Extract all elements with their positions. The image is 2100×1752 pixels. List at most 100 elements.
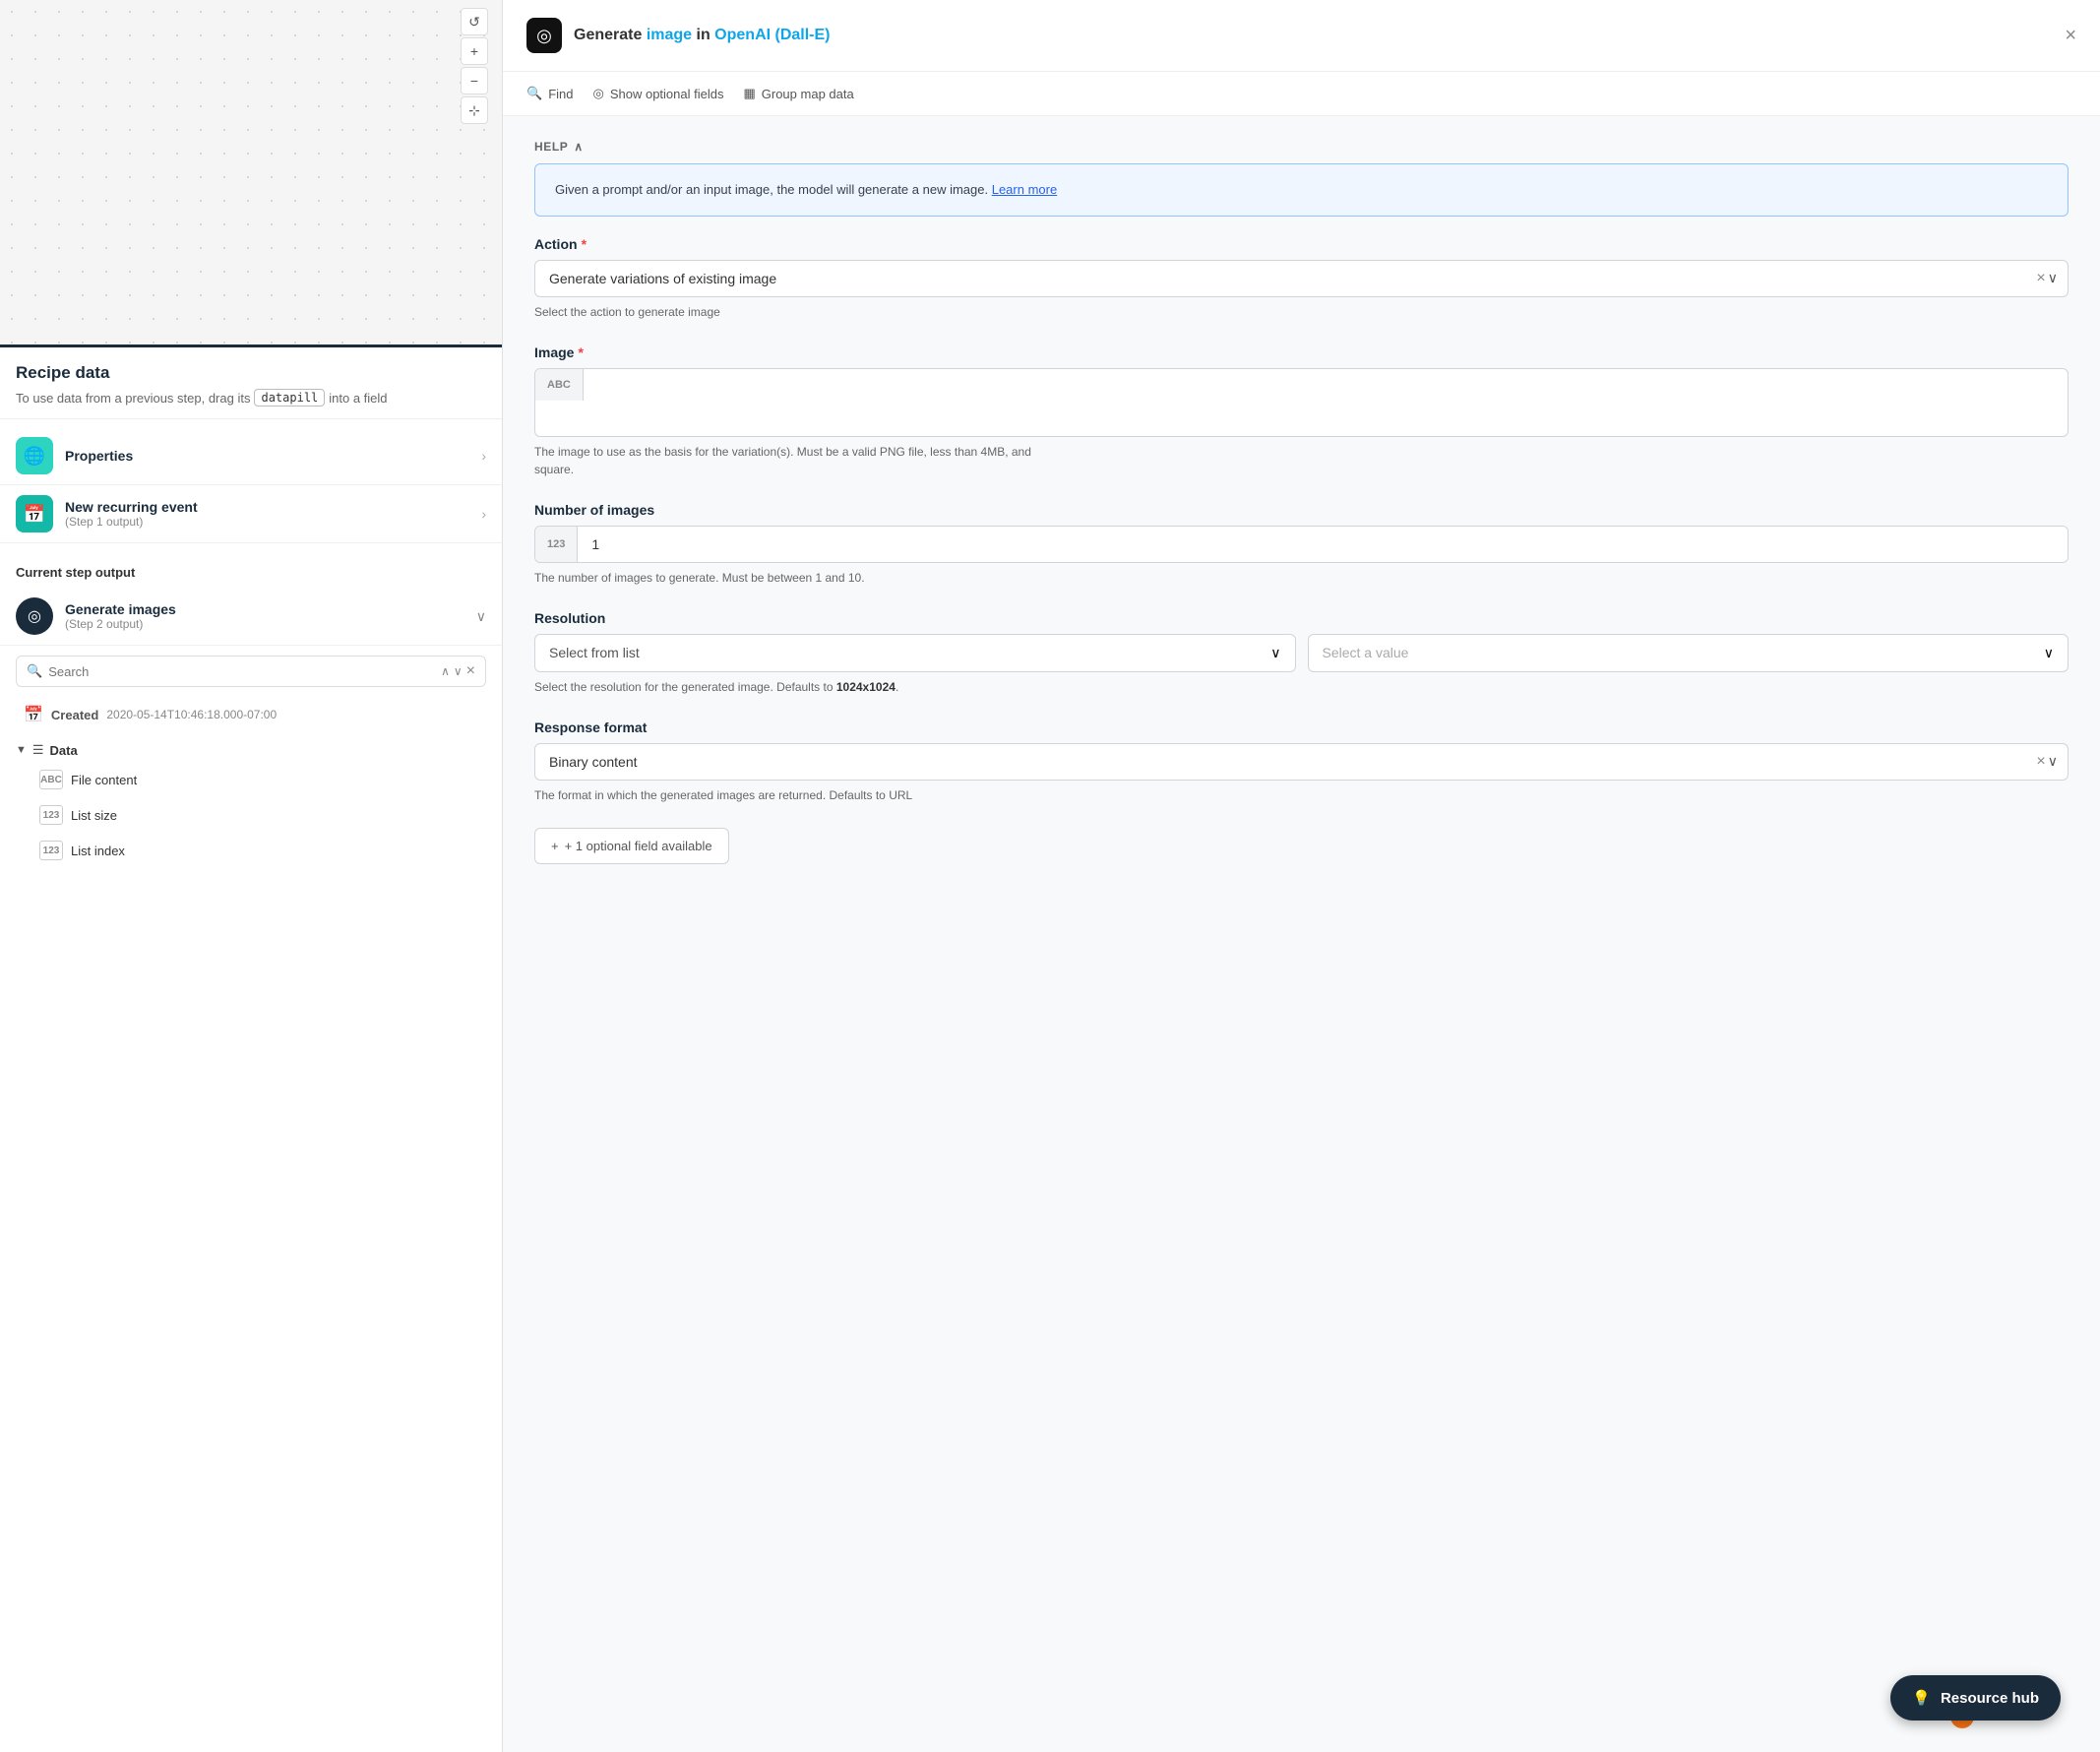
image-input-field[interactable]: ABC [534, 368, 2069, 437]
zoom-in-button[interactable]: + [461, 37, 488, 65]
group-map-data-button[interactable]: ▦ Group map data [743, 82, 853, 105]
action-field: Action * Generate variations of existing… [534, 236, 2069, 321]
data-section-label: Data [50, 743, 78, 758]
num-images-prefix: 123 [535, 527, 578, 562]
resolution-dropdown-icon: ∨ [1270, 645, 1280, 661]
recipe-item-properties[interactable]: 🌐 Properties › [0, 427, 502, 485]
created-value: 2020-05-14T10:46:18.000-07:00 [106, 708, 277, 721]
expand-icon: ▼ [16, 744, 27, 756]
abc-icon: ABC [39, 770, 63, 789]
find-button[interactable]: 🔍 Find [526, 82, 573, 105]
search-next-button[interactable]: ∨ [454, 664, 463, 678]
action-dropdown-button[interactable]: ∨ [2048, 270, 2058, 286]
optional-field-button[interactable]: + + 1 optional field available [534, 828, 729, 864]
resolution-value-placeholder: Select a value [1323, 645, 2036, 660]
find-icon: 🔍 [526, 86, 542, 101]
new-event-icon: 📅 [16, 495, 53, 532]
properties-name: Properties [65, 448, 469, 464]
num-images-hint: The number of images to generate. Must b… [534, 569, 2069, 587]
learn-more-link[interactable]: Learn more [992, 182, 1057, 197]
show-optional-fields-button[interactable]: ◎ Show optional fields [592, 82, 723, 105]
action-clear-button[interactable]: × [2036, 270, 2045, 287]
recipe-subtitle: To use data from a previous step, drag i… [16, 389, 486, 407]
response-format-select[interactable]: Binary content × ∨ [534, 743, 2069, 781]
resolution-value-select[interactable]: Select a value ∨ [1308, 634, 2069, 672]
recipe-panel: Recipe data To use data from a previous … [0, 344, 502, 1752]
help-section: HELP ∧ Given a prompt and/or an input im… [534, 140, 2069, 217]
move-button[interactable]: ⊹ [461, 96, 488, 124]
created-label: Created [51, 708, 98, 722]
action-value: Generate variations of existing image [535, 261, 2026, 296]
plus-icon: + [551, 839, 559, 853]
tree-item-list-size[interactable]: 123 List size [0, 797, 502, 833]
resolution-row: Select from list ∨ Select a value ∨ [534, 634, 2069, 672]
optional-fields-icon: ◎ [592, 86, 603, 101]
action-label: Action * [534, 236, 2069, 252]
resource-hub-icon: 💡 [1912, 1689, 1931, 1707]
resource-hub-button[interactable]: 💡 Resource hub [1890, 1675, 2061, 1721]
123-icon-1: 123 [39, 805, 63, 825]
action-select[interactable]: Generate variations of existing image × … [534, 260, 2069, 297]
resolution-select-label: Select from list [549, 645, 1263, 660]
search-clear-button[interactable]: × [466, 662, 475, 680]
list-size-label: List size [71, 808, 117, 823]
app-icon: ◎ [526, 18, 562, 53]
search-prev-button[interactable]: ∧ [441, 664, 450, 678]
response-format-clear-button[interactable]: × [2036, 753, 2045, 771]
recipe-header: Recipe data To use data from a previous … [0, 347, 502, 419]
zoom-out-button[interactable]: − [461, 67, 488, 94]
created-row: 📅 Created 2020-05-14T10:46:18.000-07:00 [0, 697, 502, 732]
search-icon: 🔍 [27, 663, 42, 679]
toolbar: 🔍 Find ◎ Show optional fields ▦ Group ma… [503, 72, 2100, 116]
new-event-sub: (Step 1 output) [65, 515, 469, 529]
modal-header: ◎ Generate image in OpenAI (Dall-E) × [503, 0, 2100, 72]
tree-item-list-index[interactable]: 123 List index [0, 833, 502, 868]
close-button[interactable]: × [2065, 25, 2076, 47]
chevron-down-icon: ∨ [476, 608, 486, 625]
file-content-label: File content [71, 773, 137, 787]
list-index-label: List index [71, 844, 125, 858]
tree-item-file-content[interactable]: ABC File content [0, 762, 502, 797]
current-step-item[interactable]: ◎ Generate images (Step 2 output) ∨ [0, 588, 502, 646]
response-format-dropdown-button[interactable]: ∨ [2048, 753, 2058, 770]
resolution-field: Resolution Select from list ∨ Select a v… [534, 610, 2069, 696]
data-section[interactable]: ▼ ☰ Data [0, 732, 502, 762]
recipe-items: 🌐 Properties › 📅 New recurring event (St… [0, 419, 502, 551]
chevron-right-icon: › [481, 448, 486, 464]
resolution-select-list[interactable]: Select from list ∨ [534, 634, 1296, 672]
content-area: HELP ∧ Given a prompt and/or an input im… [503, 116, 2100, 1752]
step-icon: ◎ [16, 597, 53, 635]
search-bar: 🔍 ∧ ∨ × [16, 656, 486, 687]
num-images-input[interactable] [578, 527, 2068, 562]
image-input[interactable] [584, 369, 2068, 389]
help-box: Given a prompt and/or an input image, th… [534, 163, 2069, 217]
required-star-image: * [578, 344, 583, 360]
datapill: datapill [254, 389, 325, 407]
response-format-field: Response format Binary content × ∨ The f… [534, 720, 2069, 804]
undo-button[interactable]: ↺ [461, 8, 488, 35]
list-icon: ☰ [32, 742, 44, 758]
recipe-title: Recipe data [16, 363, 486, 383]
step-sub: (Step 2 output) [65, 617, 464, 631]
required-star-action: * [582, 236, 587, 252]
group-icon: ▦ [743, 86, 755, 101]
num-images-input-group: 123 [534, 526, 2069, 563]
recipe-item-new-event[interactable]: 📅 New recurring event (Step 1 output) › [0, 485, 502, 543]
num-images-field: Number of images 123 The number of image… [534, 502, 2069, 587]
search-input[interactable] [48, 664, 435, 679]
chevron-right-icon-2: › [481, 506, 486, 522]
canvas-controls: ↺ + − ⊹ [461, 8, 488, 124]
image-prefix: ABC [535, 369, 584, 401]
canvas-area: ↺ + − ⊹ Recipe data To use data from a p… [0, 0, 502, 1752]
image-field: Image * ABC The image to use as the basi… [534, 344, 2069, 478]
help-toggle[interactable]: HELP ∧ [534, 140, 2069, 154]
response-format-value: Binary content [535, 744, 2026, 780]
properties-icon: 🌐 [16, 437, 53, 474]
response-format-hint: The format in which the generated images… [534, 786, 2069, 804]
response-format-label: Response format [534, 720, 2069, 735]
action-hint: Select the action to generate image [534, 303, 2069, 321]
resource-hub-label: Resource hub [1941, 1690, 2039, 1707]
num-images-label: Number of images [534, 502, 2069, 518]
current-step-header: Current step output [0, 551, 502, 588]
calendar-icon: 📅 [24, 705, 43, 724]
